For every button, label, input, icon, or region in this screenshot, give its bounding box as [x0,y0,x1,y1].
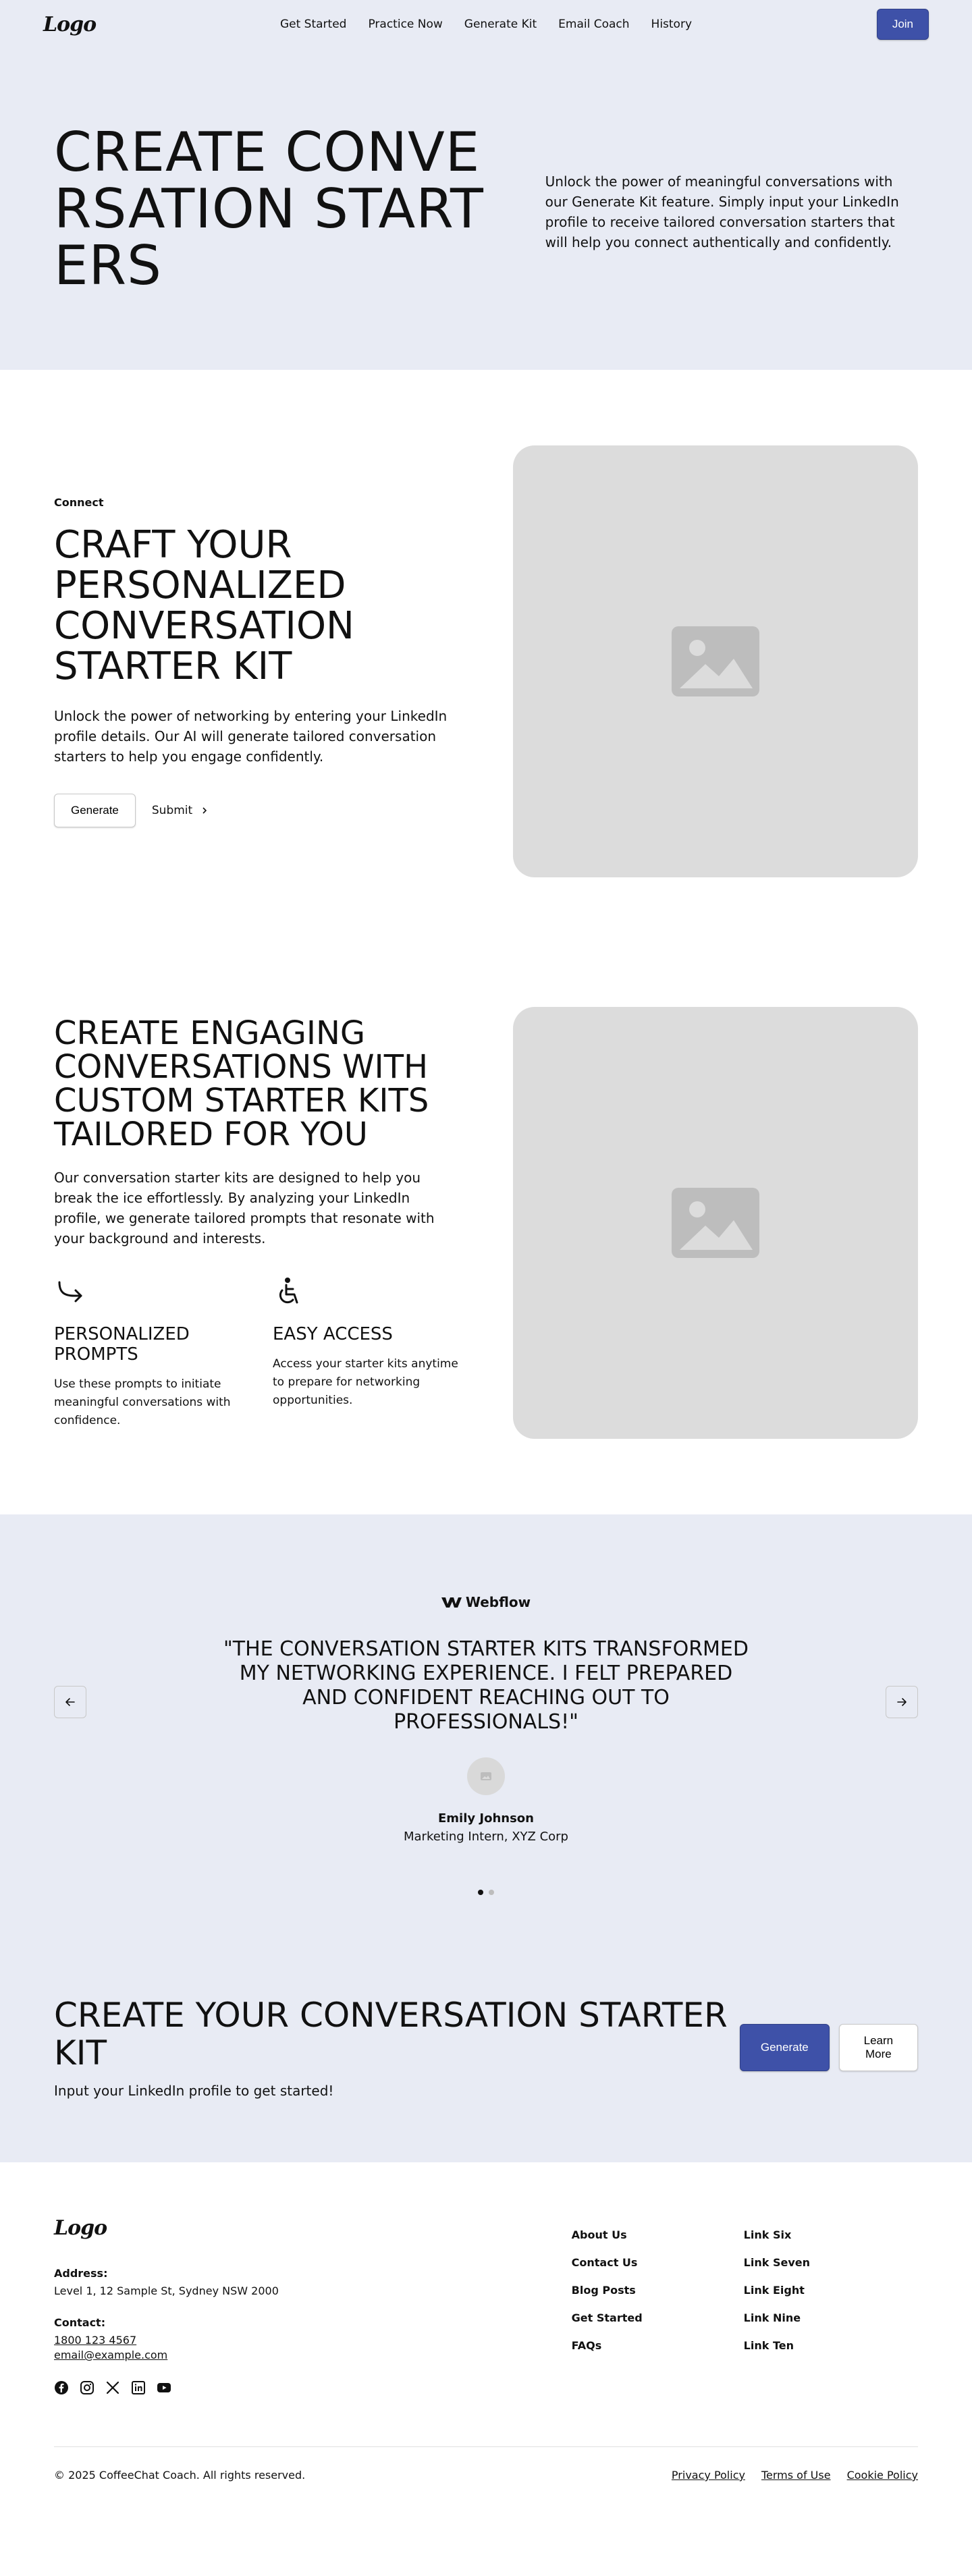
cta-generate-button[interactable]: Generate [739,2024,830,2071]
footer-link-eight[interactable]: Link Eight [744,2284,810,2297]
nav-link-history[interactable]: History [651,13,692,35]
accessibility-icon [279,1277,298,1303]
footer-column-2: Link Six Link Seven Link Eight Link Nine… [744,2228,810,2395]
copyright: © 2025 CoffeeChat Coach. All rights rese… [54,2469,306,2482]
engaging-conversations-section: CREATE ENGAGING CONVERSATIONS WITH CUSTO… [0,953,972,1514]
top-navbar: Logo Get Started Practice Now Generate K… [0,0,972,49]
generate-button[interactable]: Generate [54,793,136,827]
starter-kit-content: Connect CRAFT YOUR PERSONALIZED CONVERSA… [54,496,459,827]
starter-kit-section: Connect CRAFT YOUR PERSONALIZED CONVERSA… [0,370,972,953]
cookie-policy-link[interactable]: Cookie Policy [847,2469,918,2482]
image-icon [672,626,759,696]
footer-link-seven[interactable]: Link Seven [744,2256,810,2269]
feature-list: PERSONALIZED PROMPTS Use these prompts t… [54,1276,459,1430]
footer-link-columns: About Us Contact Us Blog Posts Get Start… [572,2216,918,2395]
footer-link-six[interactable]: Link Six [744,2228,810,2241]
carousel-dots [478,1890,494,1895]
contact-label: Contact: [54,2316,106,2329]
section-description: Unlock the power of networking by enteri… [54,707,448,765]
image-icon [672,1188,759,1258]
starter-kit-media [513,445,918,877]
cta-content: CREATE YOUR CONVERSATION STARTER KIT Inp… [54,1996,740,2099]
footer-link-nine[interactable]: Link Nine [744,2311,810,2324]
cta-subtitle: Input your LinkedIn profile to get start… [54,2083,334,2099]
footer-logo[interactable]: Logo [54,2216,107,2240]
feature-text: Use these prompts to initiate meaningful… [54,1377,231,1427]
section-actions: Generate Submit [54,793,459,827]
testimonial-quote: "THE CONVERSATION STARTER KITS TRANSFORM… [223,1637,749,1734]
testimonial-author: Emily Johnson [438,1811,534,1826]
logo[interactable]: Logo [43,13,97,36]
section-title: CREATE ENGAGING CONVERSATIONS WITH CUSTO… [54,1014,429,1153]
cta-title: CREATE YOUR CONVERSATION STARTER KIT [54,1996,728,2073]
carousel-dot-active[interactable] [478,1890,483,1895]
brand-name: Webflow [465,1594,531,1610]
nav-links: Get Started Practice Now Generate Kit Em… [280,13,692,35]
avatar [467,1757,505,1795]
footer-link-ten[interactable]: Link Ten [744,2339,810,2352]
engaging-media [513,1007,918,1439]
testimonial-role: Marketing Intern, XYZ Corp [403,1830,568,1844]
carousel-dot[interactable] [489,1890,494,1895]
engaging-content: CREATE ENGAGING CONVERSATIONS WITH CUSTO… [54,1016,459,1430]
footer-info: Logo Address: Level 1, 12 Sample St, Syd… [54,2216,473,2395]
image-placeholder [513,445,918,877]
arrow-left-icon [65,1698,75,1706]
cta-section: CREATE YOUR CONVERSATION STARTER KIT Inp… [0,1933,972,2162]
phone-link[interactable]: 1800 123 4567 [54,2333,473,2348]
footer-link-faqs[interactable]: FAQs [572,2339,643,2352]
nav-link-practice-now[interactable]: Practice Now [368,13,442,35]
nav-link-get-started[interactable]: Get Started [280,13,346,35]
terms-of-use-link[interactable]: Terms of Use [761,2469,831,2482]
arrow-redirect-icon [58,1281,82,1302]
legal-links: Privacy Policy Terms of Use Cookie Polic… [672,2469,918,2482]
feature-title: PERSONALIZED PROMPTS [54,1323,190,1365]
footer-top: Logo Address: Level 1, 12 Sample St, Syd… [54,2216,918,2395]
nav-link-email-coach[interactable]: Email Coach [558,13,629,35]
webflow-icon [441,1597,462,1608]
email-link[interactable]: email@example.com [54,2348,473,2363]
submit-label: Submit [151,803,193,817]
submit-button[interactable]: Submit [152,804,209,817]
footer: Logo Address: Level 1, 12 Sample St, Syd… [0,2162,972,2514]
feature-personalized-prompts: PERSONALIZED PROMPTS Use these prompts t… [54,1276,240,1430]
privacy-policy-link[interactable]: Privacy Policy [672,2469,745,2482]
x-icon[interactable] [105,2380,120,2395]
learn-more-button[interactable]: Learn More [838,2024,918,2071]
arrow-right-icon [897,1698,907,1706]
youtube-icon[interactable] [157,2380,171,2395]
footer-column-1: About Us Contact Us Blog Posts Get Start… [572,2228,643,2395]
join-button[interactable]: Join [876,9,929,40]
chevron-right-icon [202,806,207,814]
brand-logo: Webflow [441,1594,531,1610]
nav-link-generate-kit[interactable]: Generate Kit [464,13,537,35]
carousel-next-button[interactable] [886,1686,918,1718]
footer-link-about-us[interactable]: About Us [572,2228,643,2241]
footer-link-contact-us[interactable]: Contact Us [572,2256,643,2269]
social-links [54,2380,473,2395]
hero-section: CREATE CONVERSATION STARTERS Unlock the … [0,49,972,370]
contact-values: 1800 123 4567 email@example.com [54,2333,473,2363]
carousel-prev-button[interactable] [54,1686,86,1718]
section-title: CRAFT YOUR PERSONALIZED CONVERSATION STA… [54,522,354,688]
section-tagline: Connect [54,495,104,509]
footer-link-get-started[interactable]: Get Started [572,2311,643,2324]
hero-title: CREATE CONVERSATION STARTERS [54,121,484,297]
footer-bottom: © 2025 CoffeeChat Coach. All rights rese… [54,2446,918,2482]
facebook-icon[interactable] [54,2380,69,2395]
footer-link-blog-posts[interactable]: Blog Posts [572,2284,643,2297]
image-icon [481,1772,491,1780]
cta-actions: Generate Learn More [739,2024,918,2071]
feature-text: Access your starter kits anytime to prep… [273,1356,458,1407]
image-placeholder [513,1007,918,1439]
feature-easy-access: EASY ACCESS Access your starter kits any… [273,1276,459,1430]
address-label: Address: [54,2267,108,2280]
address-value: Level 1, 12 Sample St, Sydney NSW 2000 [54,2284,279,2297]
testimonial-section: Webflow "THE CONVERSATION STARTER KITS T… [0,1514,972,1933]
instagram-icon[interactable] [80,2380,94,2395]
linkedin-icon[interactable] [131,2380,146,2395]
feature-title: EASY ACCESS [273,1323,393,1344]
section-description: Our conversation starter kits are design… [54,1169,435,1246]
hero-description: Unlock the power of meaningful conversat… [545,173,899,250]
